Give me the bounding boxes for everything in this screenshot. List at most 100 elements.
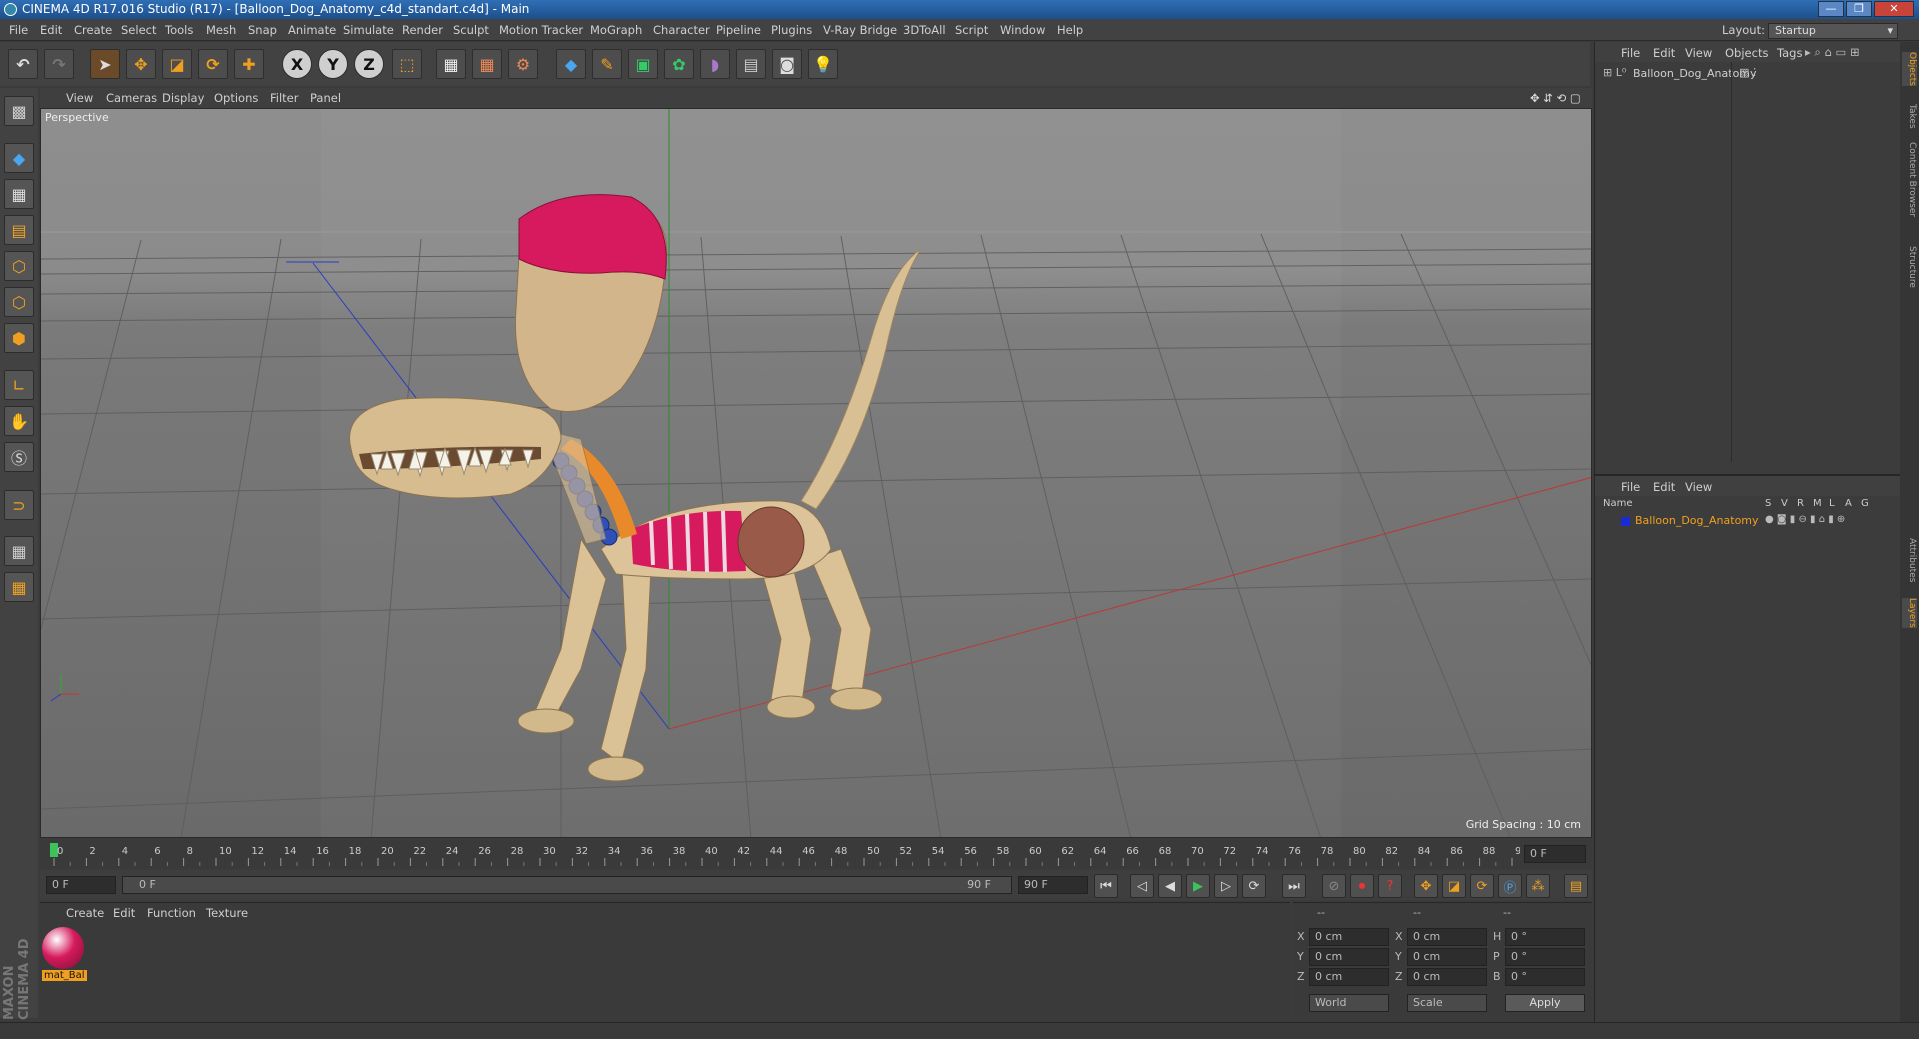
minimize-button[interactable]: — xyxy=(1818,1,1844,17)
model-mode-icon[interactable]: ◆ xyxy=(4,143,34,173)
material-thumbnail[interactable] xyxy=(42,927,84,969)
layer-name[interactable]: Balloon_Dog_Anatomy xyxy=(1635,514,1759,527)
menu-select[interactable]: Select xyxy=(121,23,156,37)
menu-create[interactable]: Create xyxy=(74,23,112,37)
render-settings-icon[interactable]: ⚙ xyxy=(508,49,538,79)
play-icon[interactable]: ▶ xyxy=(1186,874,1210,898)
polygons-mode-icon[interactable]: ⬢ xyxy=(4,323,34,353)
camera-icon[interactable]: ◙ xyxy=(772,49,802,79)
key-parameter-icon[interactable]: Ⓟ xyxy=(1498,874,1522,898)
record-keys-icon[interactable]: ⊘ xyxy=(1322,874,1346,898)
render-view-icon[interactable]: ▦ xyxy=(436,49,466,79)
menu-help[interactable]: Help xyxy=(1057,23,1083,37)
coordinate-mode-dropdown[interactable]: World xyxy=(1309,994,1389,1012)
rot-p-field[interactable]: 0 ° xyxy=(1505,948,1585,966)
timeline-window-icon[interactable]: ▤ xyxy=(1564,874,1588,898)
om-menu-file[interactable]: File xyxy=(1621,46,1640,60)
om-menu-edit[interactable]: Edit xyxy=(1653,46,1675,60)
menu-animate[interactable]: Animate xyxy=(288,23,336,37)
vp-menu-cameras[interactable]: Cameras xyxy=(106,91,157,105)
tab-objects[interactable]: Objects xyxy=(1902,52,1917,87)
keyframe-selection-icon[interactable]: ? xyxy=(1378,874,1402,898)
light-icon[interactable]: 💡 xyxy=(808,49,838,79)
undo-icon[interactable]: ↶ xyxy=(8,49,38,79)
select-arrow-icon[interactable]: ➤ xyxy=(90,49,120,79)
end-frame-field[interactable]: 90 F xyxy=(1018,876,1088,894)
array-icon[interactable]: ✿ xyxy=(664,49,694,79)
key-scale-icon[interactable]: ◪ xyxy=(1442,874,1466,898)
next-frame-icon[interactable]: ▷ xyxy=(1214,874,1238,898)
current-frame-field[interactable]: 0 F xyxy=(1524,845,1586,863)
menu-character[interactable]: Character xyxy=(653,23,710,37)
tab-attributes[interactable]: Attributes xyxy=(1902,538,1917,582)
size-y-field[interactable]: 0 cm xyxy=(1407,948,1487,966)
menu-sculpt[interactable]: Sculpt xyxy=(453,23,489,37)
tweak-mode-icon[interactable]: ✋ xyxy=(4,406,34,436)
vp-menu-view[interactable]: View xyxy=(66,91,93,105)
menu-snap[interactable]: Snap xyxy=(248,23,277,37)
menu-3dtoall[interactable]: 3DToAll xyxy=(903,23,946,37)
apply-button[interactable]: Apply xyxy=(1505,994,1585,1012)
material-name[interactable]: mat_Bal xyxy=(42,970,87,981)
mat-menu-edit[interactable]: Edit xyxy=(113,906,135,920)
scale-icon[interactable]: ◪ xyxy=(162,49,192,79)
tab-content-browser[interactable]: Content Browser xyxy=(1902,142,1917,217)
vp-menu-filter[interactable]: Filter xyxy=(270,91,298,105)
maximize-button[interactable]: ❐ xyxy=(1846,1,1872,17)
menu-script[interactable]: Script xyxy=(955,23,988,37)
vp-menu-panel[interactable]: Panel xyxy=(310,91,341,105)
move-icon[interactable]: ✥ xyxy=(126,49,156,79)
pos-x-field[interactable]: 0 cm xyxy=(1309,928,1389,946)
redo-icon[interactable]: ↷ xyxy=(44,49,74,79)
next-key-icon[interactable]: ⟳ xyxy=(1242,874,1266,898)
pos-z-field[interactable]: 0 cm xyxy=(1309,968,1389,986)
deformer-icon[interactable]: ◗ xyxy=(700,49,730,79)
object-row[interactable]: ⊞ L⁰ Balloon_Dog_Anatomy ▨ ⁚ xyxy=(1599,66,1899,82)
perspective-viewport[interactable]: Perspective Grid Spacing : 10 cm xyxy=(40,108,1592,838)
menu-window[interactable]: Window xyxy=(1000,23,1045,37)
key-pla-icon[interactable]: ⁂ xyxy=(1526,874,1550,898)
size-z-field[interactable]: 0 cm xyxy=(1407,968,1487,986)
frame-range-slider[interactable]: 0 F 90 F xyxy=(122,876,1012,894)
tab-layers[interactable]: Layers xyxy=(1902,598,1917,628)
rotate-icon[interactable]: ⟳ xyxy=(198,49,228,79)
snap-icon[interactable]: Ⓢ xyxy=(4,442,34,472)
start-frame-field[interactable]: 0 F xyxy=(46,876,116,894)
om-menu-view[interactable]: View xyxy=(1685,46,1712,60)
workplane-mode-icon[interactable]: ▤ xyxy=(4,215,34,245)
z-axis-icon[interactable]: Z xyxy=(354,49,384,79)
axis-mode-icon[interactable]: ∟ xyxy=(4,370,34,400)
object-name[interactable]: Balloon_Dog_Anatomy xyxy=(1633,67,1757,80)
autokey-icon[interactable]: ⏺ xyxy=(1350,874,1374,898)
menu-simulate[interactable]: Simulate xyxy=(343,23,394,37)
vp-menu-options[interactable]: Options xyxy=(214,91,258,105)
render-picture-viewer-icon[interactable]: ▦ xyxy=(472,49,502,79)
previous-key-icon[interactable]: ◁ xyxy=(1130,874,1154,898)
layer-row[interactable]: Balloon_Dog_Anatomy ● ◙ ▮ ⊖ ▮ ⌂ ▮ ⊕ xyxy=(1599,514,1899,528)
tab-structure[interactable]: Structure xyxy=(1902,246,1917,288)
menu-pipeline[interactable]: Pipeline xyxy=(716,23,761,37)
menu-mograph[interactable]: MoGraph xyxy=(590,23,642,37)
lm-menu-edit[interactable]: Edit xyxy=(1653,480,1675,494)
mat-menu-texture[interactable]: Texture xyxy=(206,906,248,920)
edges-mode-icon[interactable]: ⬡ xyxy=(4,287,34,317)
om-menu-tags[interactable]: Tags xyxy=(1777,46,1802,60)
go-to-end-icon[interactable]: ⏭ xyxy=(1282,874,1306,898)
cube-primitive-icon[interactable]: ◆ xyxy=(556,49,586,79)
key-position-icon[interactable]: ✥ xyxy=(1414,874,1438,898)
workplane-lock-icon[interactable]: ▦ xyxy=(4,536,34,566)
x-axis-icon[interactable]: X xyxy=(282,49,312,79)
layer-toggle-icons[interactable]: ● ◙ ▮ ⊖ ▮ ⌂ ▮ ⊕ xyxy=(1765,514,1845,525)
menu-render[interactable]: Render xyxy=(402,23,443,37)
om-toolbar-icons[interactable]: ▸ ⌕ ⌂ ▭ ⊞ xyxy=(1805,45,1860,60)
layer-color-swatch[interactable] xyxy=(1621,517,1630,526)
menu-edit[interactable]: Edit xyxy=(40,23,62,37)
coordinate-system-icon[interactable]: ⬚ xyxy=(392,49,422,79)
tab-takes[interactable]: Takes xyxy=(1902,104,1917,129)
menu-vray-bridge[interactable]: V-Ray Bridge xyxy=(823,23,897,37)
live-selection-icon[interactable]: ✚ xyxy=(234,49,264,79)
layout-dropdown[interactable]: Startup ▾ xyxy=(1768,23,1898,39)
menu-motion-tracker[interactable]: Motion Tracker xyxy=(499,23,583,37)
om-menu-objects[interactable]: Objects xyxy=(1725,46,1768,60)
texture-mode-icon[interactable]: ▦ xyxy=(4,179,34,209)
